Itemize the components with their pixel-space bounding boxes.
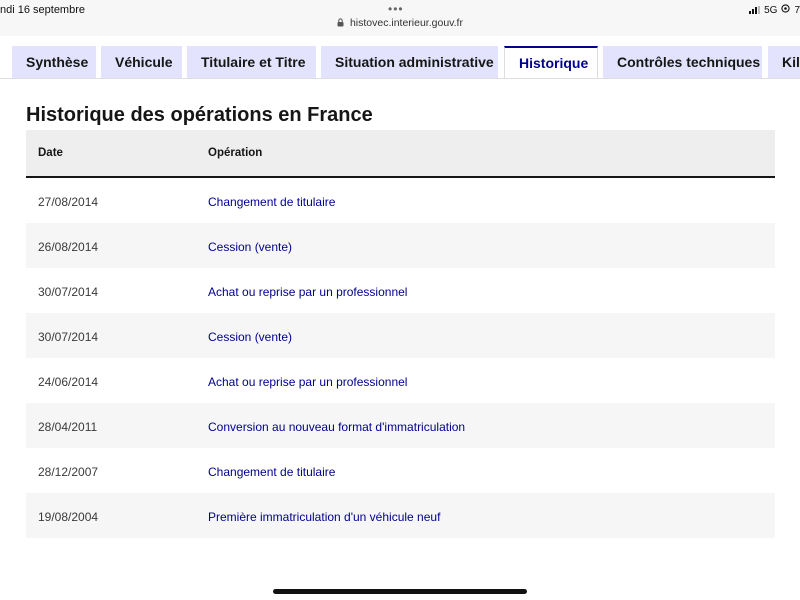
table-row: 27/08/2014 Changement de titulaire bbox=[26, 178, 775, 223]
row-operation: Achat ou reprise par un professionnel bbox=[208, 375, 408, 389]
operations-table: Date Opération 27/08/2014 Changement de … bbox=[26, 130, 775, 538]
table-row: 30/07/2014 Achat ou reprise par un profe… bbox=[26, 268, 775, 313]
table-row: 30/07/2014 Cession (vente) bbox=[26, 313, 775, 358]
signal-icon bbox=[749, 6, 761, 14]
status-date: ndi 16 septembre bbox=[0, 4, 85, 16]
header-operation: Opération bbox=[208, 147, 263, 159]
table-row: 28/12/2007 Changement de titulaire bbox=[26, 448, 775, 493]
row-operation: Achat ou reprise par un professionnel bbox=[208, 285, 408, 299]
status-bar: ndi 16 septembre ••• histovec.interieur.… bbox=[0, 0, 800, 36]
row-operation: Changement de titulaire bbox=[208, 465, 336, 479]
table-row: 26/08/2014 Cession (vente) bbox=[26, 223, 775, 268]
row-date: 24/06/2014 bbox=[38, 375, 99, 389]
table-row: 24/06/2014 Achat ou reprise par un profe… bbox=[26, 358, 775, 403]
location-icon bbox=[781, 4, 791, 16]
tab-controles-techniques[interactable]: Contrôles techniques bbox=[603, 46, 762, 78]
lock-icon bbox=[337, 18, 344, 30]
tab-divider bbox=[0, 78, 800, 79]
page-title: Historique des opérations en France bbox=[26, 104, 373, 126]
tab-bar: Synthèse Véhicule Titulaire et Titre Sit… bbox=[0, 36, 800, 79]
row-date: 30/07/2014 bbox=[38, 285, 99, 299]
row-date: 27/08/2014 bbox=[38, 195, 99, 209]
tab-titulaire-et-titre[interactable]: Titulaire et Titre bbox=[187, 46, 316, 78]
row-operation: Cession (vente) bbox=[208, 240, 293, 254]
network-label: 5G bbox=[764, 4, 778, 16]
status-indicators: 5G 7 bbox=[749, 4, 800, 16]
more-dots-icon[interactable]: ••• bbox=[388, 2, 404, 16]
url-text: histovec.interieur.gouv.fr bbox=[349, 17, 463, 29]
row-operation: Première immatriculation d'un véhicule n… bbox=[208, 510, 441, 524]
row-operation: Changement de titulaire bbox=[208, 195, 336, 209]
home-indicator[interactable] bbox=[273, 589, 527, 594]
table-body: 27/08/2014 Changement de titulaire 26/08… bbox=[26, 178, 775, 538]
row-operation: Conversion au nouveau format d'immatricu… bbox=[208, 420, 466, 434]
table-row: 19/08/2004 Première immatriculation d'un… bbox=[26, 493, 775, 538]
tab-kilometrage[interactable]: Kil bbox=[768, 46, 800, 78]
row-date: 26/08/2014 bbox=[38, 240, 99, 254]
tab-synthese[interactable]: Synthèse bbox=[12, 46, 96, 78]
row-operation: Cession (vente) bbox=[208, 330, 293, 344]
table-row: 28/04/2011 Conversion au nouveau format … bbox=[26, 403, 775, 448]
row-date: 28/12/2007 bbox=[38, 465, 99, 479]
tab-vehicule[interactable]: Véhicule bbox=[101, 46, 182, 78]
row-date: 28/04/2011 bbox=[38, 420, 98, 434]
table-header: Date Opération bbox=[26, 130, 775, 178]
tab-situation-administrative[interactable]: Situation administrative bbox=[321, 46, 498, 78]
row-date: 19/08/2004 bbox=[38, 510, 99, 524]
header-date: Date bbox=[38, 147, 63, 159]
row-date: 30/07/2014 bbox=[38, 330, 99, 344]
address-bar[interactable]: histovec.interieur.gouv.fr bbox=[0, 17, 800, 30]
tab-historique[interactable]: Historique bbox=[504, 46, 598, 79]
battery-label: 7 bbox=[794, 4, 800, 16]
